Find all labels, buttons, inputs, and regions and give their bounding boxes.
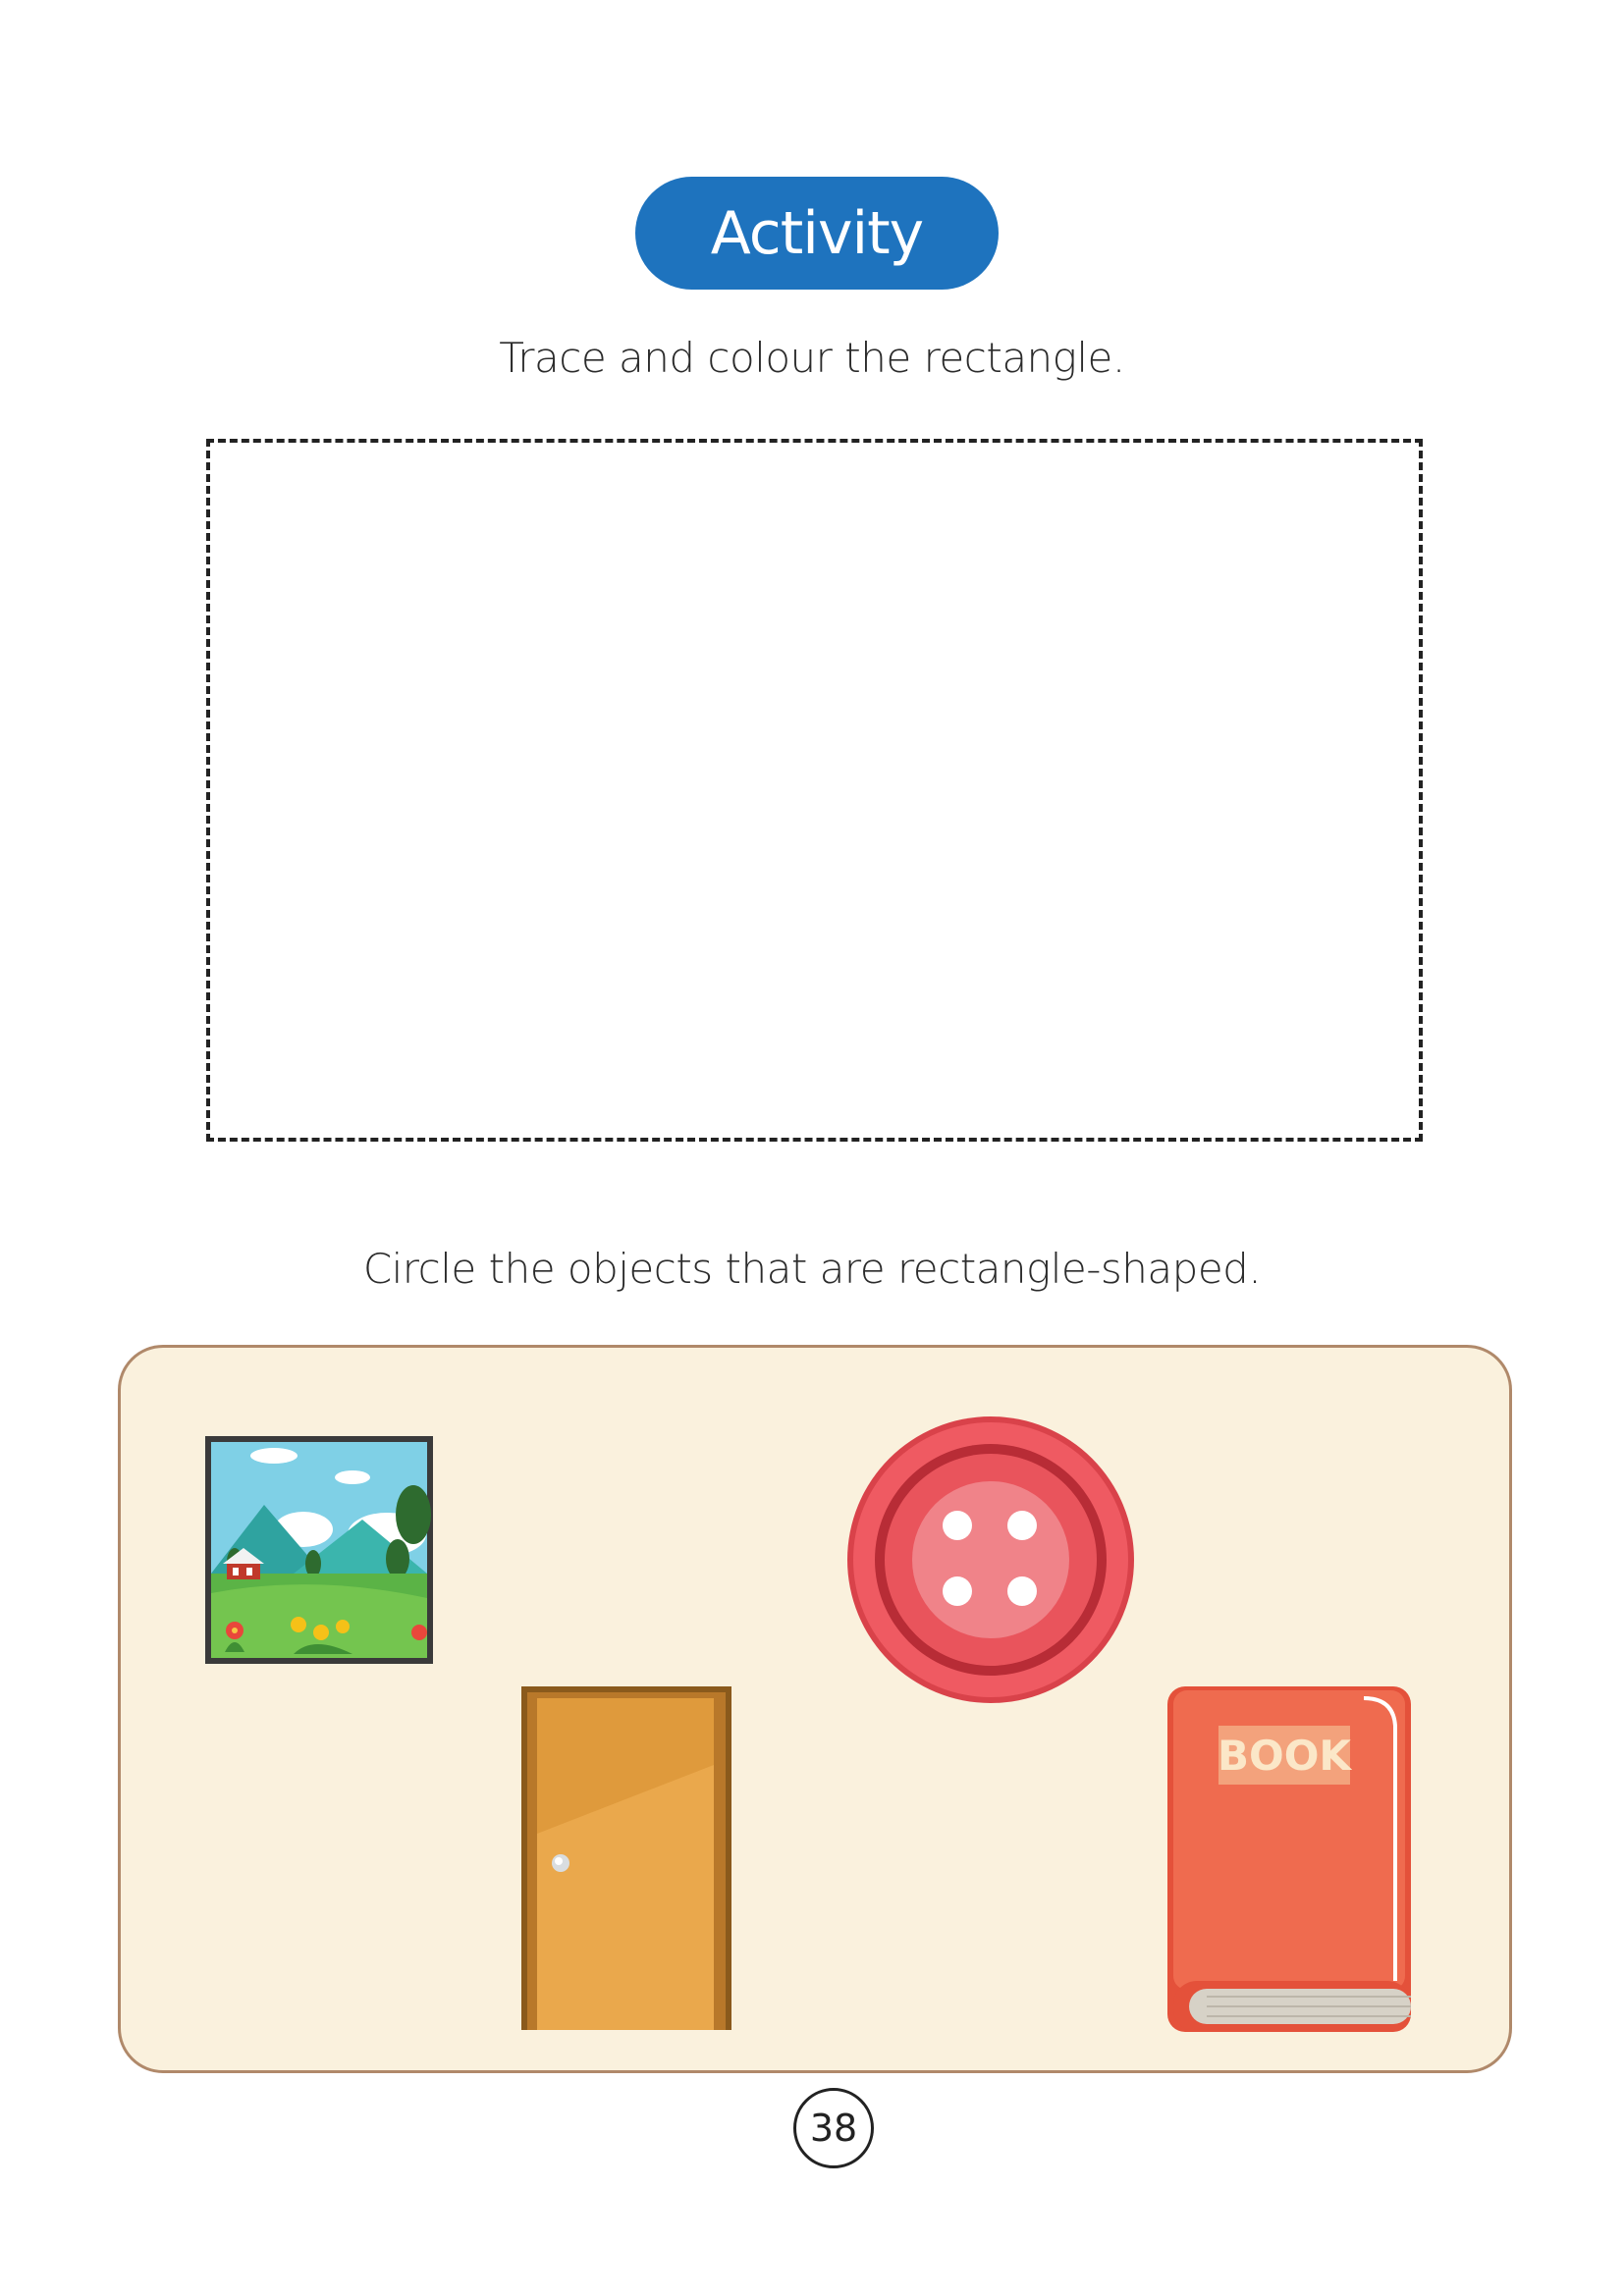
circle-instruction: Circle the objects that are rectangle-sh…: [362, 1245, 1262, 1293]
book[interactable]: BOOK: [1167, 1686, 1411, 2032]
objects-panel: BOOK: [118, 1345, 1512, 2073]
door-icon: [521, 1686, 731, 2030]
book-title: BOOK: [1218, 1732, 1352, 1780]
landscape-picture-icon: [205, 1436, 433, 1664]
trace-instruction: Trace and colour the rectangle.: [499, 334, 1125, 382]
door[interactable]: [521, 1686, 731, 2030]
activity-heading: Activity: [635, 177, 999, 290]
page-number-label: 38: [809, 2107, 858, 2150]
book-icon: BOOK: [1167, 1686, 1411, 2032]
picture-frame[interactable]: [205, 1436, 433, 1664]
dashed-rectangle-to-trace[interactable]: [206, 439, 1423, 1142]
round-button-icon: [847, 1416, 1134, 1703]
page-number: 38: [793, 2088, 874, 2168]
round-button[interactable]: [845, 1415, 1136, 1705]
activity-label: Activity: [710, 198, 924, 268]
